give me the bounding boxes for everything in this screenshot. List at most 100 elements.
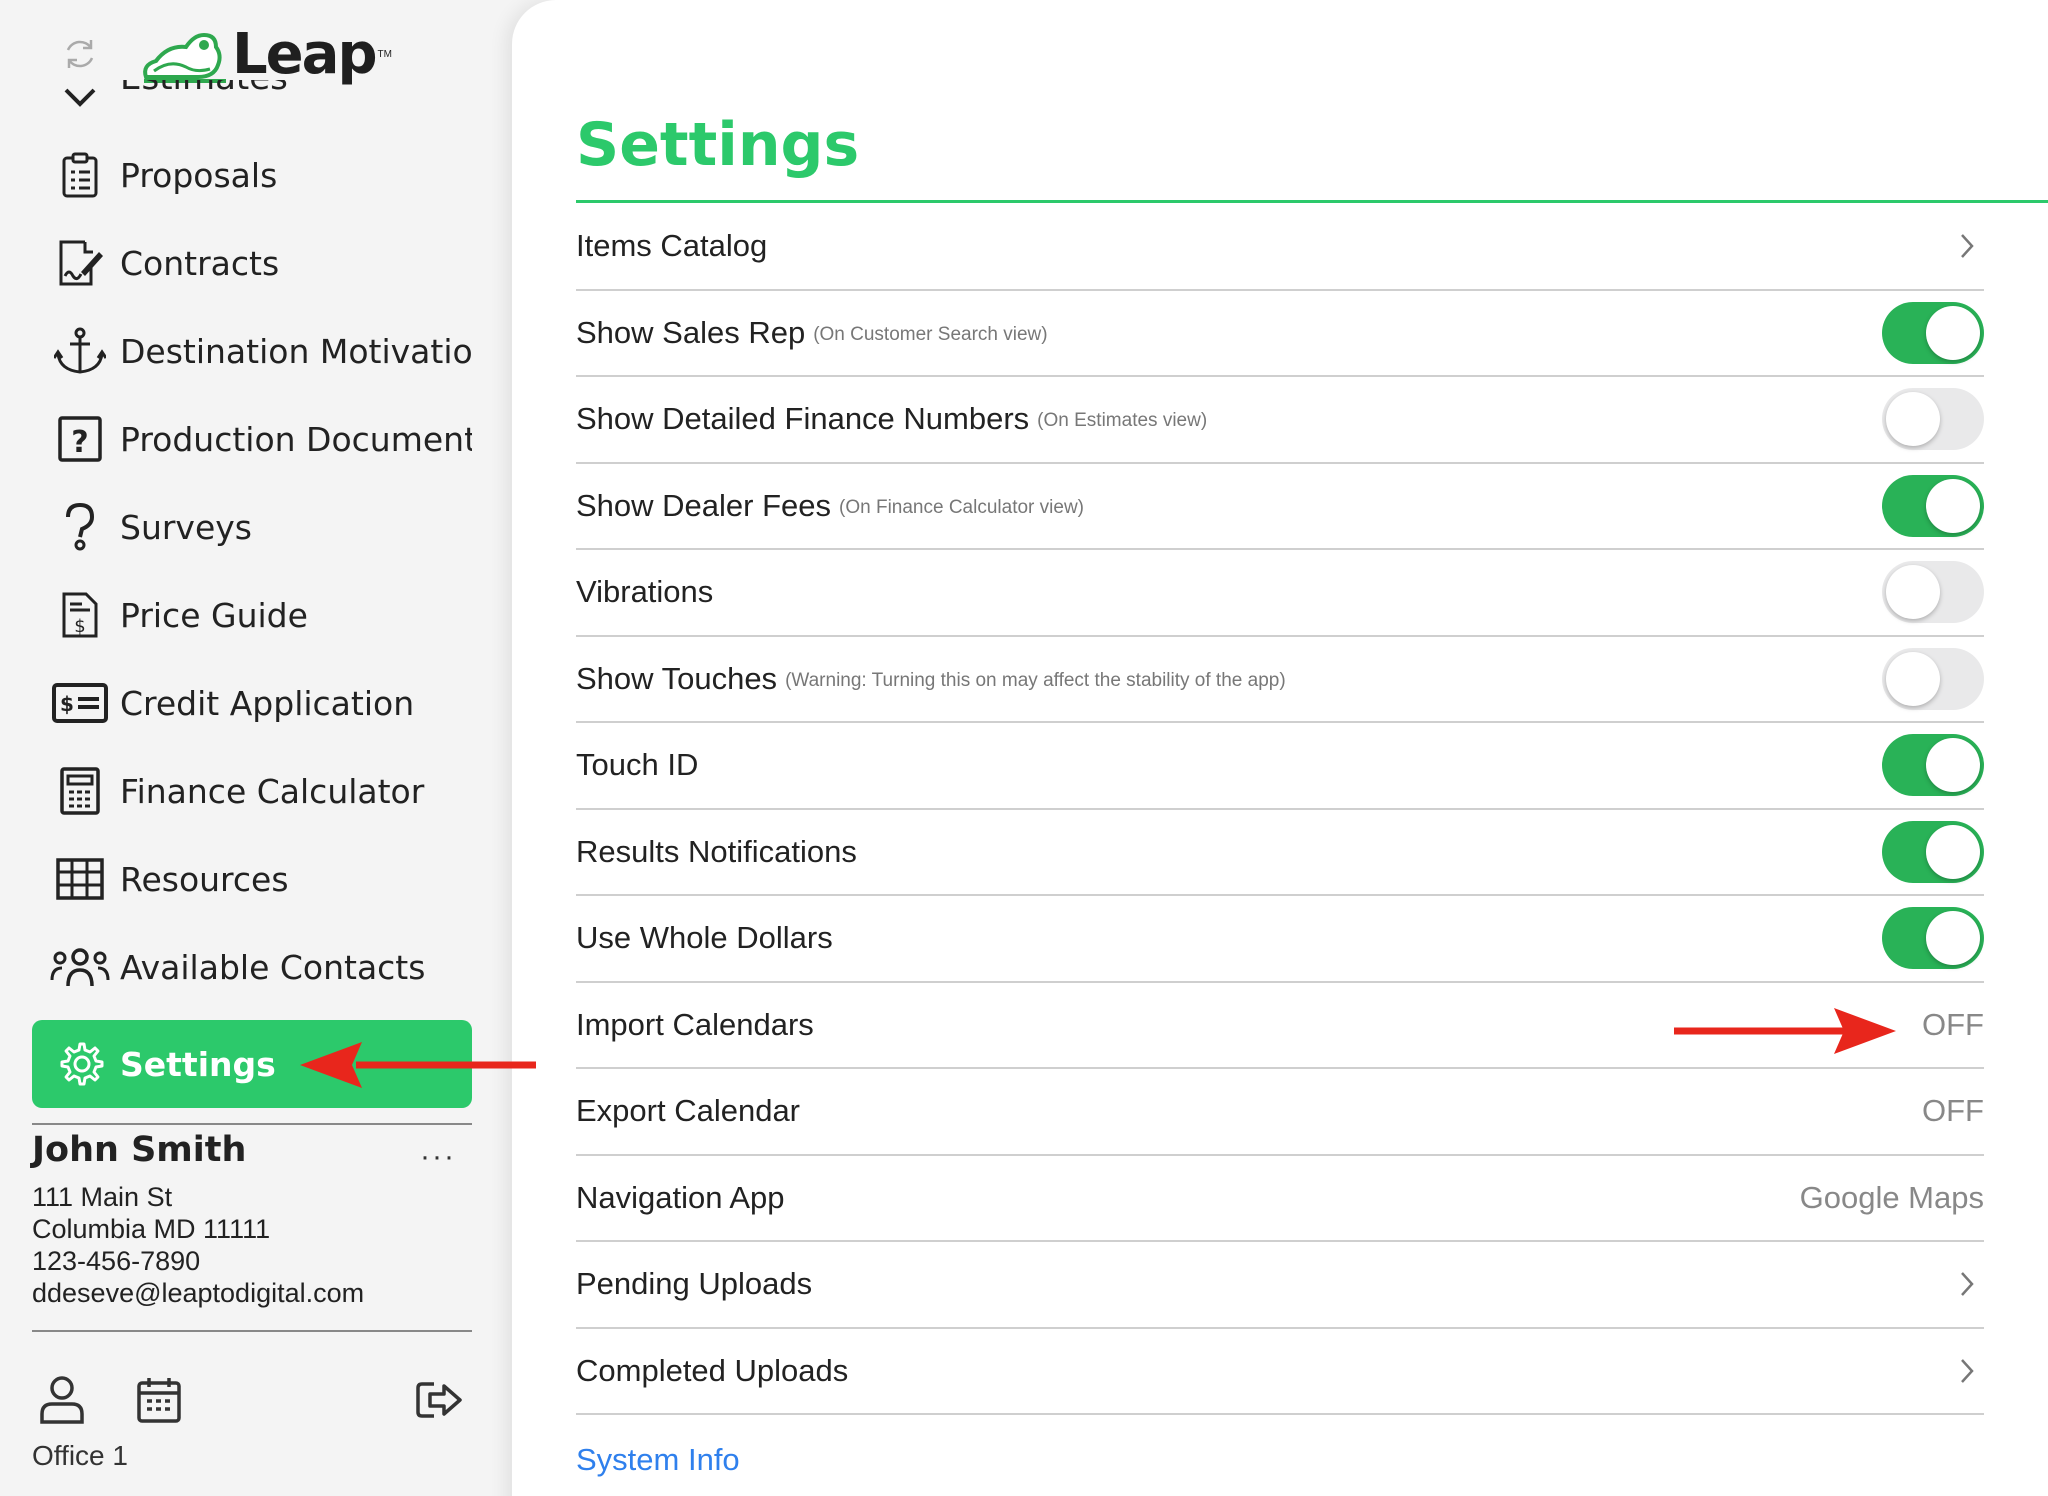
chevron-down-icon (64, 88, 96, 107)
frog-logo-icon (143, 32, 226, 83)
logo-text: Leap (232, 21, 378, 87)
row-label: Navigation App (576, 1179, 785, 1215)
toggle-knob (1926, 824, 1980, 879)
user-phone: 123-456-7890 (32, 1246, 201, 1276)
toggle-switch[interactable] (1882, 734, 1984, 797)
row-hint: (On Customer Search view) (813, 323, 1048, 345)
settings-row-use-whole-dollars: Use Whole Dollars (576, 896, 1984, 983)
row-label: Vibrations (576, 574, 714, 610)
settings-row-export-calendar[interactable]: Export Calendar OFF (576, 1069, 1984, 1156)
sidebar-item-label: Finance Calculator (120, 771, 425, 811)
contract-sign-icon (50, 233, 110, 293)
row-label: Touch ID (576, 747, 699, 783)
sidebar-item-label: Contracts (120, 243, 280, 283)
settings-row-completed-uploads[interactable]: Completed Uploads (576, 1329, 1984, 1415)
sidebar-item-label: Resources (120, 859, 289, 899)
sidebar-item-label: Destination Motivation (120, 331, 472, 371)
user-name: John Smith (32, 1130, 247, 1170)
toggle-switch[interactable] (1882, 820, 1984, 883)
anchor-icon (50, 321, 110, 381)
sidebar-item-surveys[interactable]: Surveys (0, 492, 480, 562)
annotation-arrow-right-icon (1674, 1008, 1896, 1054)
sidebar-item-credit-application[interactable]: $ Credit Application (0, 668, 480, 738)
settings-row-show-touches: Show Touches (Warning: Turning this on m… (576, 637, 1984, 723)
sidebar-item-price-guide[interactable]: $ Price Guide (0, 580, 480, 650)
settings-row-touch-id: Touch ID (576, 723, 1984, 810)
chevron-right-icon (1961, 1272, 1974, 1297)
settings-list: Items Catalog Show Sales Rep (On Custome… (576, 204, 1984, 1415)
toggle-knob (1926, 478, 1980, 533)
sidebar-item-destination-motivation[interactable]: Destination Motivation (0, 316, 480, 386)
logo-trademark: TM (377, 48, 392, 60)
sidebar-item-resources[interactable]: Resources (0, 844, 480, 914)
row-label: Export Calendar (576, 1093, 801, 1129)
settings-row-navigation-app[interactable]: Navigation App Google Maps (576, 1156, 1984, 1242)
row-hint: (Warning: Turning this on may affect the… (785, 669, 1286, 691)
settings-row-pending-uploads[interactable]: Pending Uploads (576, 1242, 1984, 1329)
row-label: Pending Uploads (576, 1266, 813, 1302)
more-options-icon[interactable]: ··· (420, 1140, 456, 1174)
sidebar-item-label: Credit Application (120, 683, 415, 723)
sidebar-item-contracts[interactable]: Contracts (0, 228, 480, 298)
toggle-knob (1926, 305, 1980, 360)
user-profile-icon[interactable] (38, 1374, 86, 1426)
toggle-knob (1886, 565, 1940, 620)
chevron-right-icon (1961, 1358, 1974, 1383)
page-title: Settings (576, 110, 860, 180)
row-label: Items Catalog (576, 228, 768, 264)
settings-row-items-catalog[interactable]: Items Catalog (576, 204, 1984, 291)
toggle-switch[interactable] (1882, 907, 1984, 970)
sidebar-item-label: Production Documents (120, 419, 472, 459)
settings-row-show-sales-rep: Show Sales Rep (On Customer Search view) (576, 291, 1984, 377)
sidebar-item-available-contacts[interactable]: Available Contacts (0, 932, 480, 1002)
settings-row-show-detailed-finance-numbers: Show Detailed Finance Numbers (On Estima… (576, 377, 1984, 464)
svg-text:?: ? (71, 425, 88, 460)
settings-row-vibrations: Vibrations (576, 550, 1984, 637)
question-doc-icon: ? (50, 409, 110, 469)
settings-panel: Settings Items Catalog Show Sales Rep (O… (512, 0, 2048, 1496)
row-label: Use Whole Dollars (576, 920, 833, 956)
toggle-switch[interactable] (1882, 388, 1984, 451)
sidebar-item-proposals[interactable]: Proposals (0, 140, 480, 210)
toggle-knob (1926, 911, 1980, 966)
sidebar: Leap TM Estimates Proposals Contracts De… (0, 0, 520, 1496)
refresh-icon[interactable] (60, 34, 100, 74)
gear-icon (50, 1034, 110, 1094)
row-label: Show Detailed Finance Numbers (576, 401, 1030, 437)
toggle-knob (1886, 651, 1940, 706)
sidebar-item-production-documents[interactable]: ? Production Documents (0, 404, 480, 474)
toggle-switch[interactable] (1882, 474, 1984, 537)
toggle-switch[interactable] (1882, 647, 1984, 710)
toggle-switch[interactable] (1882, 301, 1984, 364)
row-hint: (On Estimates view) (1037, 410, 1208, 432)
price-doc-icon: $ (50, 585, 110, 645)
calendar-icon[interactable] (136, 1376, 182, 1424)
row-label: Show Touches (576, 660, 778, 696)
sidebar-item-label: Estimates (120, 80, 288, 98)
calculator-icon (50, 761, 110, 821)
user-email: ddeseve@leaptodigital.com (32, 1278, 365, 1308)
question-mark-icon (50, 497, 110, 557)
row-label: Import Calendars (576, 1006, 814, 1042)
logout-icon[interactable] (414, 1378, 466, 1422)
row-label: Results Notifications (576, 833, 857, 869)
svg-text:$: $ (60, 692, 74, 716)
user-address-line2: Columbia MD 11111 (32, 1214, 271, 1244)
clipboard-list-icon (50, 145, 110, 205)
sidebar-item-finance-calculator[interactable]: Finance Calculator (0, 756, 480, 826)
chevron-right-icon (1961, 234, 1974, 259)
row-label: Show Dealer Fees (576, 487, 832, 523)
sidebar-item-estimates[interactable]: Estimates (56, 80, 476, 120)
row-hint: (On Finance Calculator view) (839, 496, 1084, 518)
toggle-switch[interactable] (1882, 561, 1984, 624)
settings-row-show-dealer-fees: Show Dealer Fees (On Finance Calculator … (576, 464, 1984, 550)
settings-row-results-notifications: Results Notifications (576, 810, 1984, 896)
sidebar-item-label: Available Contacts (120, 947, 426, 987)
sidebar-item-label: Proposals (120, 155, 278, 195)
system-info-link[interactable]: System Info (576, 1442, 740, 1478)
toggle-knob (1886, 392, 1940, 447)
sidebar-item-label: Price Guide (120, 595, 308, 635)
row-value: Google Maps (1799, 1179, 1984, 1215)
divider (32, 1123, 472, 1125)
annotation-arrow-left-icon (300, 1042, 536, 1088)
